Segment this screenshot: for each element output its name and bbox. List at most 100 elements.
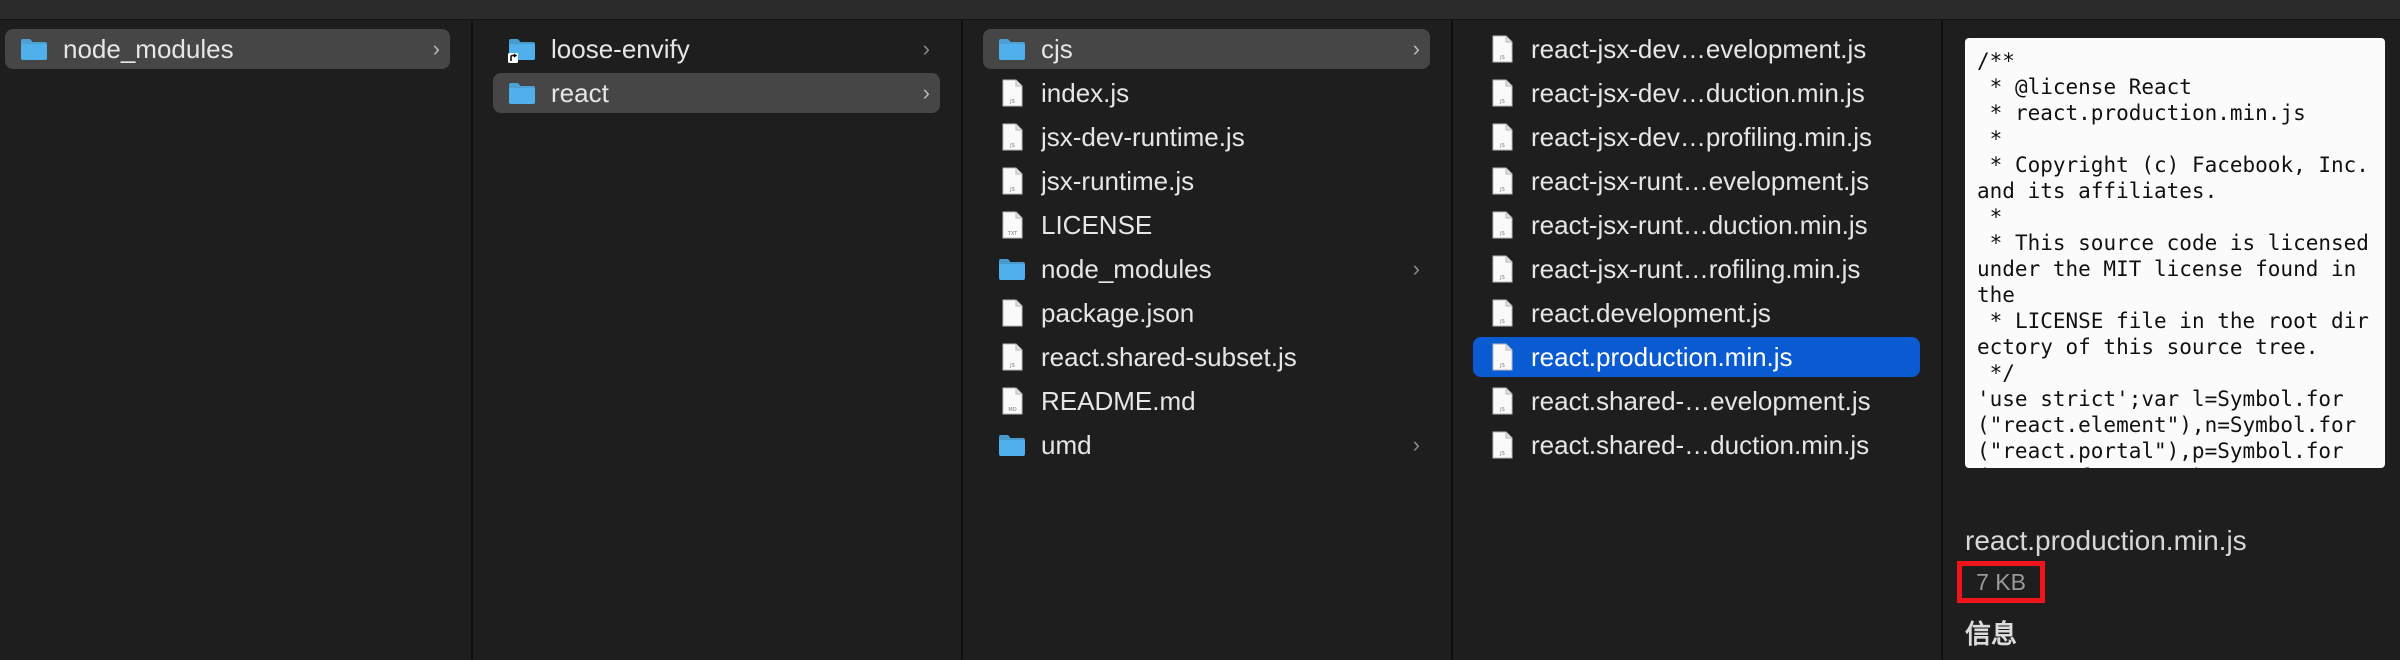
file-item-react-shared-subset-js[interactable]: JS react.shared-subset.js [983, 337, 1430, 377]
file-item-react-shared-duction-min-js[interactable]: JS react.shared-…duction.min.js [1473, 425, 1920, 465]
js-file-icon: JS [1487, 342, 1517, 372]
file-item-react-jsx-runt-duction-min-js[interactable]: JS react-jsx-runt…duction.min.js [1473, 205, 1920, 245]
file-preview-text[interactable]: /** * @license React * react.production.… [1965, 38, 2385, 468]
item-label: react-jsx-dev…evelopment.js [1531, 33, 1867, 64]
svg-text:JS: JS [1499, 319, 1505, 325]
column-2[interactable]: loose-envify › react › [473, 20, 963, 660]
item-label: react-jsx-dev…profiling.min.js [1531, 121, 1872, 152]
svg-text:JS: JS [1499, 451, 1505, 457]
file-item-package-json[interactable]: package.json [983, 293, 1430, 333]
item-label: react-jsx-runt…duction.min.js [1531, 209, 1868, 240]
js-file-icon: JS [1487, 298, 1517, 328]
js-file-icon: JS [997, 342, 1027, 372]
preview-file-name: react.production.min.js [1965, 525, 2247, 556]
chevron-right-icon: › [432, 36, 440, 61]
item-label: LICENSE [1041, 209, 1153, 240]
svg-text:JS: JS [1009, 99, 1015, 105]
preview-column: /** * @license React * react.production.… [1943, 20, 2400, 660]
svg-text:JS: JS [1009, 363, 1015, 369]
column-3[interactable]: cjs › JS index.js JS jsx-dev-runtime.js JS jsx-… [963, 20, 1453, 660]
item-label: react.shared-subset.js [1041, 341, 1297, 372]
markdown-file-icon: MD [997, 386, 1027, 416]
js-file-icon: JS [1487, 34, 1517, 64]
folder-alias-icon [507, 34, 537, 64]
folder-icon [997, 430, 1027, 460]
js-file-icon: JS [1487, 78, 1517, 108]
file-item-react-jsx-runt-rofiling-min-js[interactable]: JS react-jsx-runt…rofiling.min.js [1473, 249, 1920, 289]
column-browser: node_modules › loose-envify › react › cjs › JS… [0, 20, 2400, 660]
file-item-index-js[interactable]: JS index.js [983, 73, 1430, 113]
folder-icon [997, 254, 1027, 284]
svg-text:JS: JS [1499, 187, 1505, 193]
js-file-icon: JS [1487, 166, 1517, 196]
item-label: react.production.min.js [1531, 341, 1793, 372]
item-label: node_modules [63, 33, 234, 64]
folder-item-loose-envify[interactable]: loose-envify › [493, 29, 940, 69]
file-item-react-shared-evelopment-js[interactable]: JS react.shared-…evelopment.js [1473, 381, 1920, 421]
file-item-react-jsx-dev-evelopment-js[interactable]: JS react-jsx-dev…evelopment.js [1473, 29, 1920, 69]
file-item-react-jsx-runt-evelopment-js[interactable]: JS react-jsx-runt…evelopment.js [1473, 161, 1920, 201]
column-4[interactable]: JS react-jsx-dev…evelopment.js JS react-jsx… [1453, 20, 1943, 660]
folder-icon [19, 34, 49, 64]
item-label: react [551, 77, 609, 108]
svg-text:JS: JS [1009, 187, 1015, 193]
file-item-react-jsx-dev-duction-min-js[interactable]: JS react-jsx-dev…duction.min.js [1473, 73, 1920, 113]
item-label: package.json [1041, 297, 1195, 328]
js-file-icon: JS [1487, 430, 1517, 460]
svg-text:JS: JS [1499, 275, 1505, 281]
item-label: jsx-dev-runtime.js [1041, 121, 1245, 152]
item-label: react.development.js [1531, 297, 1771, 328]
folder-item-react[interactable]: react › [493, 73, 940, 113]
file-item-jsx-dev-runtime-js[interactable]: JS jsx-dev-runtime.js [983, 117, 1430, 157]
chevron-right-icon: › [1412, 256, 1420, 281]
folder-item-node-modules[interactable]: node_modules › [5, 29, 450, 69]
folder-icon [507, 78, 537, 108]
item-label: react-jsx-dev…duction.min.js [1531, 77, 1865, 108]
file-size-value: 7 KB [1976, 568, 2026, 595]
js-file-icon: JS [1487, 386, 1517, 416]
chevron-right-icon: › [1412, 432, 1420, 457]
column-1[interactable]: node_modules › [0, 20, 473, 660]
item-label: react-jsx-runt…evelopment.js [1531, 165, 1870, 196]
file-item-license[interactable]: TXT LICENSE [983, 205, 1430, 245]
item-label: README.md [1041, 385, 1196, 416]
item-label: umd [1041, 429, 1092, 460]
info-section-heading[interactable]: 信息 [1965, 614, 2017, 651]
js-file-icon: JS [997, 166, 1027, 196]
chevron-right-icon: › [922, 80, 930, 105]
svg-text:JS: JS [1499, 99, 1505, 105]
file-item-react-jsx-dev-profiling-min-js[interactable]: JS react-jsx-dev…profiling.min.js [1473, 117, 1920, 157]
item-label: node_modules [1041, 253, 1212, 284]
svg-text:JS: JS [1499, 55, 1505, 61]
folder-item-umd[interactable]: umd › [983, 425, 1430, 465]
item-label: react.shared-…evelopment.js [1531, 385, 1871, 416]
js-file-icon: JS [1487, 122, 1517, 152]
folder-icon [997, 34, 1027, 64]
svg-text:JS: JS [1009, 143, 1015, 149]
file-item-readme-md[interactable]: MD README.md [983, 381, 1430, 421]
preview-file-size: 7 KB [1957, 561, 2045, 603]
js-file-icon: JS [997, 122, 1027, 152]
document-icon [997, 298, 1027, 328]
file-item-jsx-runtime-js[interactable]: JS jsx-runtime.js [983, 161, 1430, 201]
svg-text:MD: MD [1008, 407, 1016, 413]
svg-text:JS: JS [1499, 363, 1505, 369]
file-item-react-development-js[interactable]: JS react.development.js [1473, 293, 1920, 333]
chevron-right-icon: › [922, 36, 930, 61]
item-label: index.js [1041, 77, 1130, 108]
item-label: react.shared-…duction.min.js [1531, 429, 1870, 460]
file-item-react-production-min-js[interactable]: JS react.production.min.js [1473, 337, 1920, 377]
svg-text:TXT: TXT [1007, 231, 1018, 237]
window-toolbar-strip [0, 0, 2400, 20]
folder-item-cjs[interactable]: cjs › [983, 29, 1430, 69]
chevron-right-icon: › [1412, 36, 1420, 61]
item-label: jsx-runtime.js [1041, 165, 1195, 196]
folder-item-node-modules[interactable]: node_modules › [983, 249, 1430, 289]
js-file-icon: JS [1487, 254, 1517, 284]
svg-text:JS: JS [1499, 407, 1505, 413]
item-label: react-jsx-runt…rofiling.min.js [1531, 253, 1861, 284]
item-label: cjs [1041, 33, 1073, 64]
js-file-icon: JS [997, 78, 1027, 108]
svg-text:JS: JS [1499, 231, 1505, 237]
js-file-icon: JS [1487, 210, 1517, 240]
